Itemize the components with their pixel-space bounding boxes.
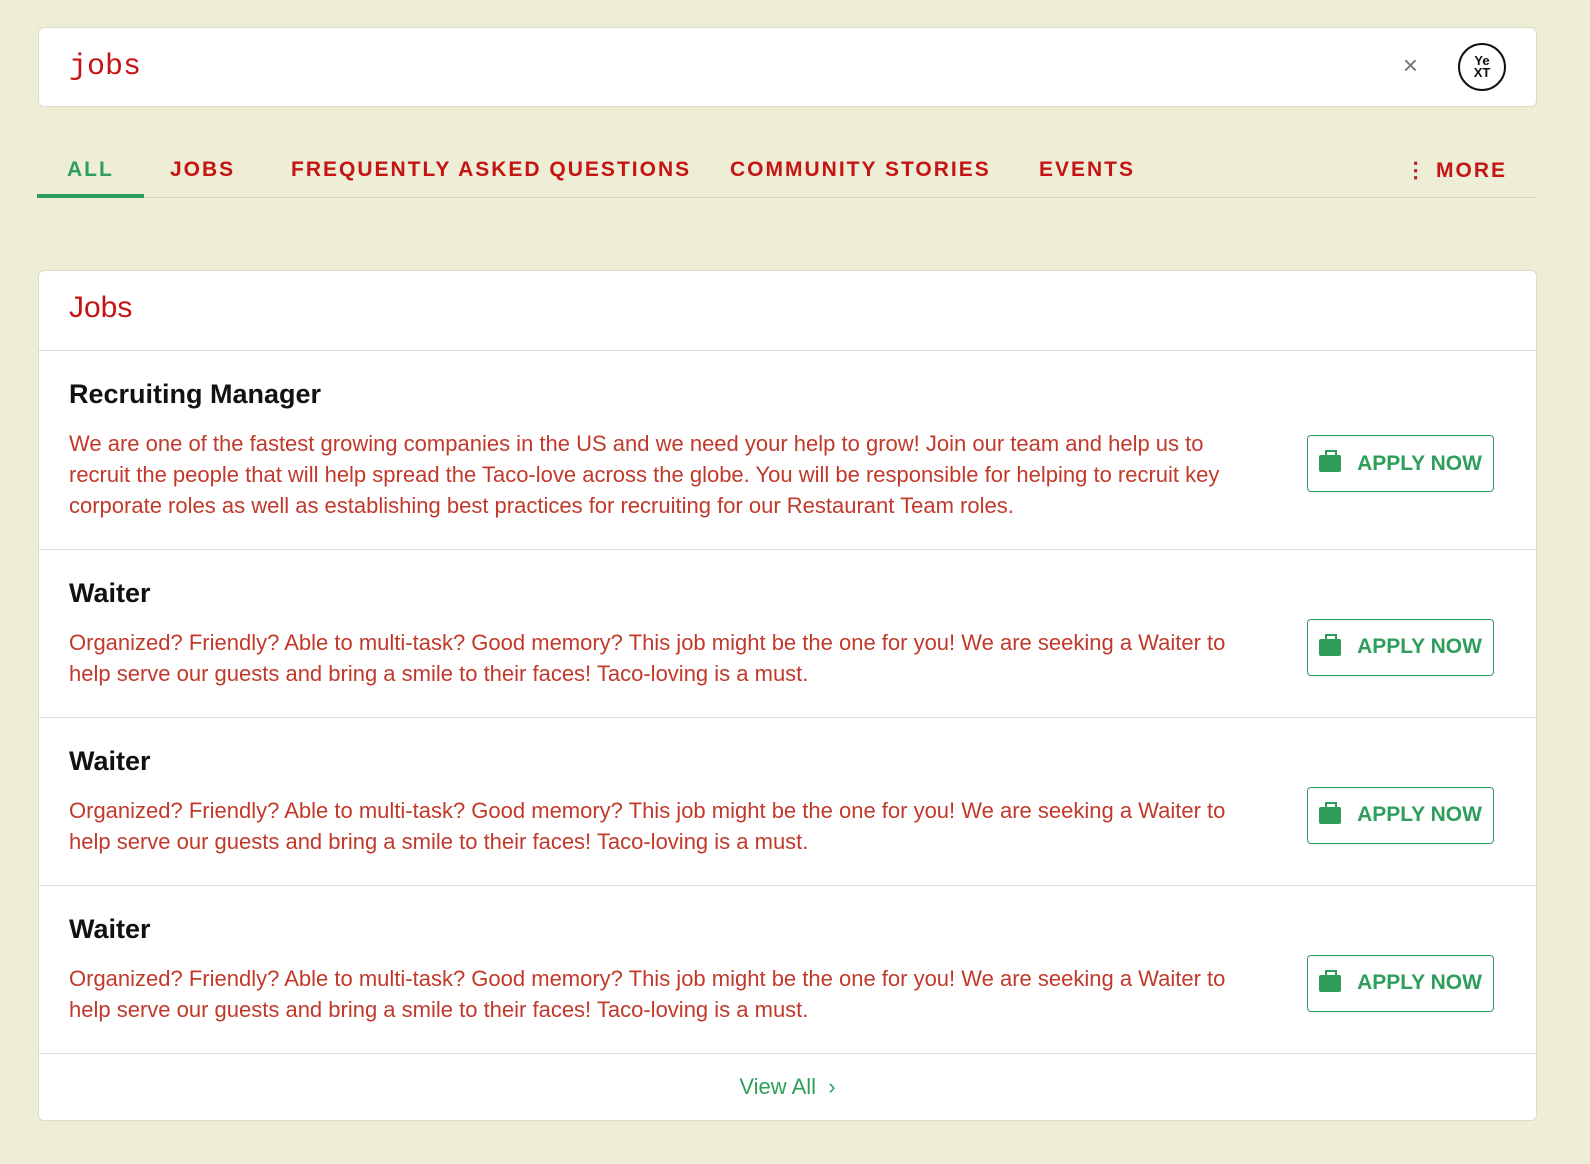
job-title[interactable]: Waiter <box>69 578 1506 609</box>
job-title[interactable]: Recruiting Manager <box>69 379 1506 410</box>
apply-now-button[interactable]: APPLY NOW <box>1307 618 1494 676</box>
job-title[interactable]: Waiter <box>69 746 1506 777</box>
view-all-label: View All <box>739 1074 817 1099</box>
search-bar[interactable]: jobs × Ye XT <box>38 27 1537 107</box>
tab-faq[interactable]: FREQUENTLY ASKED QUESTIONS <box>291 158 691 182</box>
more-icon: ⋮ <box>1405 159 1429 182</box>
job-description: Organized? Friendly? Able to multi-task?… <box>69 966 1226 1022</box>
apply-now-button[interactable]: APPLY NOW <box>1307 786 1494 844</box>
view-all-link[interactable]: View All › <box>39 1054 1536 1100</box>
briefcase-icon <box>1319 633 1342 656</box>
chevron-right-icon: › <box>828 1074 836 1099</box>
clear-icon[interactable]: × <box>1403 50 1418 81</box>
job-item: Waiter Organized? Friendly? Able to mult… <box>39 886 1536 1054</box>
vertical-tabs: ALL JOBS FREQUENTLY ASKED QUESTIONS COMM… <box>37 150 1537 198</box>
job-title[interactable]: Waiter <box>69 914 1506 945</box>
search-input[interactable]: jobs <box>69 50 141 84</box>
job-item: Waiter Organized? Friendly? Able to mult… <box>39 718 1536 886</box>
apply-label: APPLY NOW <box>1357 635 1482 658</box>
apply-label: APPLY NOW <box>1357 451 1482 475</box>
section-title: Jobs <box>39 271 1536 351</box>
tab-community-stories[interactable]: COMMUNITY STORIES <box>730 158 991 182</box>
job-description: We are one of the fastest growing compan… <box>69 431 1220 518</box>
briefcase-icon <box>1319 801 1342 824</box>
job-item: Waiter Organized? Friendly? Able to mult… <box>39 550 1536 718</box>
job-description: Organized? Friendly? Able to multi-task?… <box>69 798 1226 854</box>
job-description: Organized? Friendly? Able to multi-task?… <box>69 630 1226 686</box>
tab-more-label: MORE <box>1436 159 1507 182</box>
tab-jobs[interactable]: JOBS <box>170 158 235 182</box>
tab-more[interactable]: ⋮ MORE <box>1405 158 1507 183</box>
apply-label: APPLY NOW <box>1357 971 1482 994</box>
apply-now-button[interactable]: APPLY NOW <box>1307 435 1494 492</box>
briefcase-icon <box>1319 969 1342 992</box>
jobs-section: Jobs Recruiting Manager We are one of th… <box>38 270 1537 1121</box>
logo-text: XT <box>1473 65 1491 80</box>
yext-logo[interactable]: Ye XT <box>1458 43 1506 91</box>
briefcase-icon <box>1319 450 1342 472</box>
apply-now-button[interactable]: APPLY NOW <box>1307 954 1494 1012</box>
tab-all[interactable]: ALL <box>37 158 144 198</box>
apply-label: APPLY NOW <box>1357 803 1482 826</box>
job-item: Recruiting Manager We are one of the fas… <box>39 351 1536 550</box>
tab-events[interactable]: EVENTS <box>1039 158 1135 182</box>
